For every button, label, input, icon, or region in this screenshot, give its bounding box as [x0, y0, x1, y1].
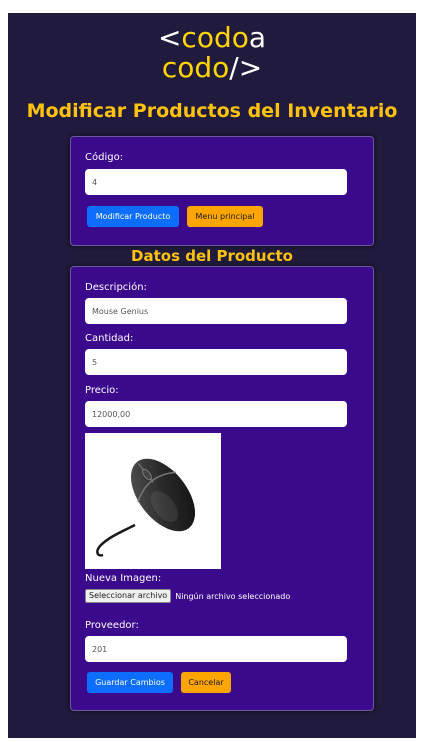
main-menu-button[interactable]: Menu principal: [187, 206, 263, 227]
price-label: Precio:: [85, 385, 119, 396]
computer-mouse-icon: [96, 458, 196, 557]
supplier-label: Proveedor:: [85, 620, 139, 631]
cancel-button[interactable]: Cancelar: [181, 672, 231, 693]
product-image: [85, 433, 221, 569]
quantity-input[interactable]: [85, 349, 347, 375]
description-label: Descripción:: [85, 282, 147, 293]
price-input[interactable]: [85, 401, 347, 427]
product-section-title: Datos del Producto: [131, 247, 293, 265]
file-status-text: Ningún archivo seleccionado: [175, 591, 291, 601]
choose-file-button[interactable]: Seleccionar archivo: [85, 589, 172, 603]
description-input[interactable]: [85, 298, 347, 324]
codo-a-codo-logo: <codoa codo/>: [8, 23, 416, 83]
logo-suffix-2: />: [229, 51, 263, 84]
page-title: Modificar Productos del Inventario: [26, 100, 398, 122]
logo-word-2: codo: [161, 51, 230, 84]
supplier-input[interactable]: [85, 636, 347, 662]
code-label: Código:: [85, 152, 124, 163]
code-input[interactable]: [85, 169, 347, 195]
search-form-card: Código: Modificar Producto Menu principa…: [70, 136, 374, 246]
modify-product-button[interactable]: Modificar Producto: [87, 206, 179, 227]
file-input[interactable]: Seleccionar archivo Ningún archivo selec…: [85, 589, 290, 603]
quantity-label: Cantidad:: [85, 333, 134, 344]
save-changes-button[interactable]: Guardar Cambios: [87, 672, 173, 693]
product-form-card: Descripción: Cantidad: Precio:: [70, 266, 374, 711]
logo-word-1: codo: [181, 21, 249, 54]
page-background: <codoa codo/> Modificar Productos del In…: [8, 13, 416, 738]
new-image-label: Nueva Imagen:: [85, 573, 162, 584]
logo-suffix-1: a: [248, 21, 267, 54]
logo-bracket: <: [157, 21, 182, 54]
